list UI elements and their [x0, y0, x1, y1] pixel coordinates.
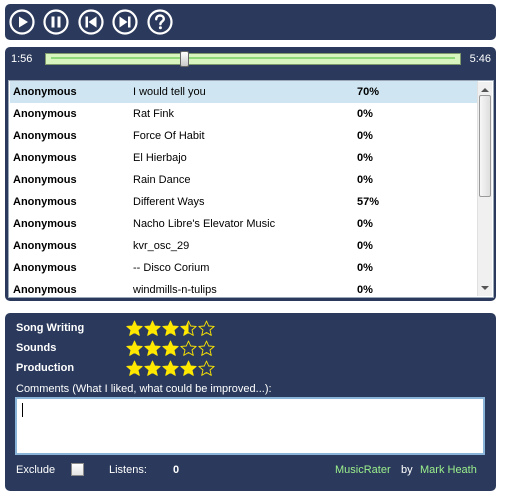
- previous-icon: [78, 9, 104, 35]
- star-rating[interactable]: [126, 340, 216, 357]
- song-row[interactable]: Anonymous I would tell you 70%: [10, 81, 478, 103]
- star-icon[interactable]: [126, 340, 143, 357]
- song-score: 57%: [357, 196, 380, 208]
- song-row[interactable]: Anonymous windmills-n-tulips 0%: [10, 279, 478, 297]
- transport-toolbar: [5, 4, 496, 40]
- song-artist: Anonymous: [13, 218, 77, 230]
- help-button[interactable]: [147, 9, 173, 35]
- exclude-checkbox[interactable]: [71, 463, 84, 476]
- pause-icon: [43, 9, 69, 35]
- previous-button[interactable]: [78, 9, 104, 35]
- app-name-link[interactable]: MusicRater: [335, 464, 391, 476]
- comments-input[interactable]: [15, 397, 485, 455]
- comments-label: Comments (What I liked, what could be im…: [16, 383, 272, 395]
- song-title: -- Disco Corium: [133, 262, 210, 274]
- star-icon[interactable]: [180, 340, 197, 357]
- author-link[interactable]: Mark Heath: [420, 464, 477, 476]
- song-score: 0%: [357, 262, 373, 274]
- song-title: Nacho Libre's Elevator Music: [133, 218, 276, 230]
- exclude-label: Exclude: [16, 464, 56, 476]
- next-icon: [112, 9, 138, 35]
- song-artist: Anonymous: [13, 108, 77, 120]
- star-icon[interactable]: [180, 320, 197, 337]
- play-button[interactable]: [9, 9, 35, 35]
- song-title: I would tell you: [133, 86, 206, 98]
- help-icon: [147, 9, 173, 35]
- song-score: 0%: [357, 218, 373, 230]
- star-icon[interactable]: [162, 320, 179, 337]
- song-row[interactable]: Anonymous Different Ways 57%: [10, 191, 478, 213]
- player-panel: 1:56 5:46 Anonymous I would tell you 70% An…: [5, 47, 496, 301]
- song-artist: Anonymous: [13, 284, 77, 296]
- song-artist: Anonymous: [13, 174, 77, 186]
- rating-label: Production: [16, 362, 75, 374]
- star-rating[interactable]: [126, 360, 216, 377]
- song-list[interactable]: Anonymous I would tell you 70% Anonymous Rat…: [8, 80, 494, 298]
- song-score: 0%: [357, 174, 373, 186]
- star-icon[interactable]: [144, 340, 161, 357]
- elapsed-time: 1:56: [11, 53, 33, 65]
- song-artist: Anonymous: [13, 196, 77, 208]
- song-score: 0%: [357, 130, 373, 142]
- song-row[interactable]: Anonymous kvr_osc_29 0%: [10, 235, 478, 257]
- song-title: Force Of Habit: [133, 130, 205, 142]
- next-button[interactable]: [112, 9, 138, 35]
- star-icon[interactable]: [162, 340, 179, 357]
- song-score: 70%: [357, 86, 380, 98]
- song-score: 0%: [357, 152, 373, 164]
- star-icon[interactable]: [198, 360, 215, 377]
- song-artist: Anonymous: [13, 240, 77, 252]
- song-title: El Hierbajo: [133, 152, 187, 164]
- scroll-down-icon[interactable]: [480, 284, 490, 292]
- rating-label: Song Writing: [16, 322, 85, 334]
- listens-label: Listens:: [109, 464, 147, 476]
- star-rating[interactable]: [126, 320, 216, 337]
- by-text: by: [401, 464, 413, 476]
- song-artist: Anonymous: [13, 130, 77, 142]
- song-row[interactable]: Anonymous Nacho Libre's Elevator Music 0%: [10, 213, 478, 235]
- song-score: 0%: [357, 108, 373, 120]
- song-score: 0%: [357, 284, 373, 296]
- star-icon[interactable]: [126, 360, 143, 377]
- pause-button[interactable]: [43, 9, 69, 35]
- text-caret: [22, 403, 23, 417]
- song-title: kvr_osc_29: [133, 240, 190, 252]
- song-row[interactable]: Anonymous Rain Dance 0%: [10, 169, 478, 191]
- song-row[interactable]: Anonymous Rat Fink 0%: [10, 103, 478, 125]
- song-row[interactable]: Anonymous Force Of Habit 0%: [10, 125, 478, 147]
- star-icon[interactable]: [198, 320, 215, 337]
- play-icon: [9, 9, 35, 35]
- total-time: 5:46: [469, 53, 491, 65]
- star-icon[interactable]: [162, 360, 179, 377]
- song-row[interactable]: Anonymous El Hierbajo 0%: [10, 147, 478, 169]
- seek-thumb[interactable]: [180, 51, 189, 67]
- song-score: 0%: [357, 240, 373, 252]
- song-title: windmills-n-tulips: [133, 284, 217, 296]
- song-title: Rat Fink: [133, 108, 174, 120]
- song-artist: Anonymous: [13, 86, 77, 98]
- seek-slider[interactable]: [45, 51, 461, 67]
- song-artist: Anonymous: [13, 262, 77, 274]
- star-icon[interactable]: [198, 340, 215, 357]
- listens-count: 0: [173, 464, 180, 476]
- star-icon[interactable]: [126, 320, 143, 337]
- scroll-up-icon[interactable]: [480, 86, 490, 94]
- seek-track[interactable]: [45, 53, 461, 65]
- seek-groove: [51, 57, 455, 59]
- song-title: Rain Dance: [133, 174, 191, 186]
- song-title: Different Ways: [133, 196, 205, 208]
- vertical-scrollbar[interactable]: [477, 82, 492, 296]
- star-icon[interactable]: [180, 360, 197, 377]
- star-icon[interactable]: [144, 320, 161, 337]
- rating-label: Sounds: [16, 342, 57, 354]
- song-artist: Anonymous: [13, 152, 77, 164]
- rating-panel: Song Writing Sounds Production Comments (W…: [5, 313, 496, 491]
- star-icon[interactable]: [144, 360, 161, 377]
- song-row[interactable]: Anonymous -- Disco Corium 0%: [10, 257, 478, 279]
- scroll-thumb[interactable]: [479, 95, 491, 197]
